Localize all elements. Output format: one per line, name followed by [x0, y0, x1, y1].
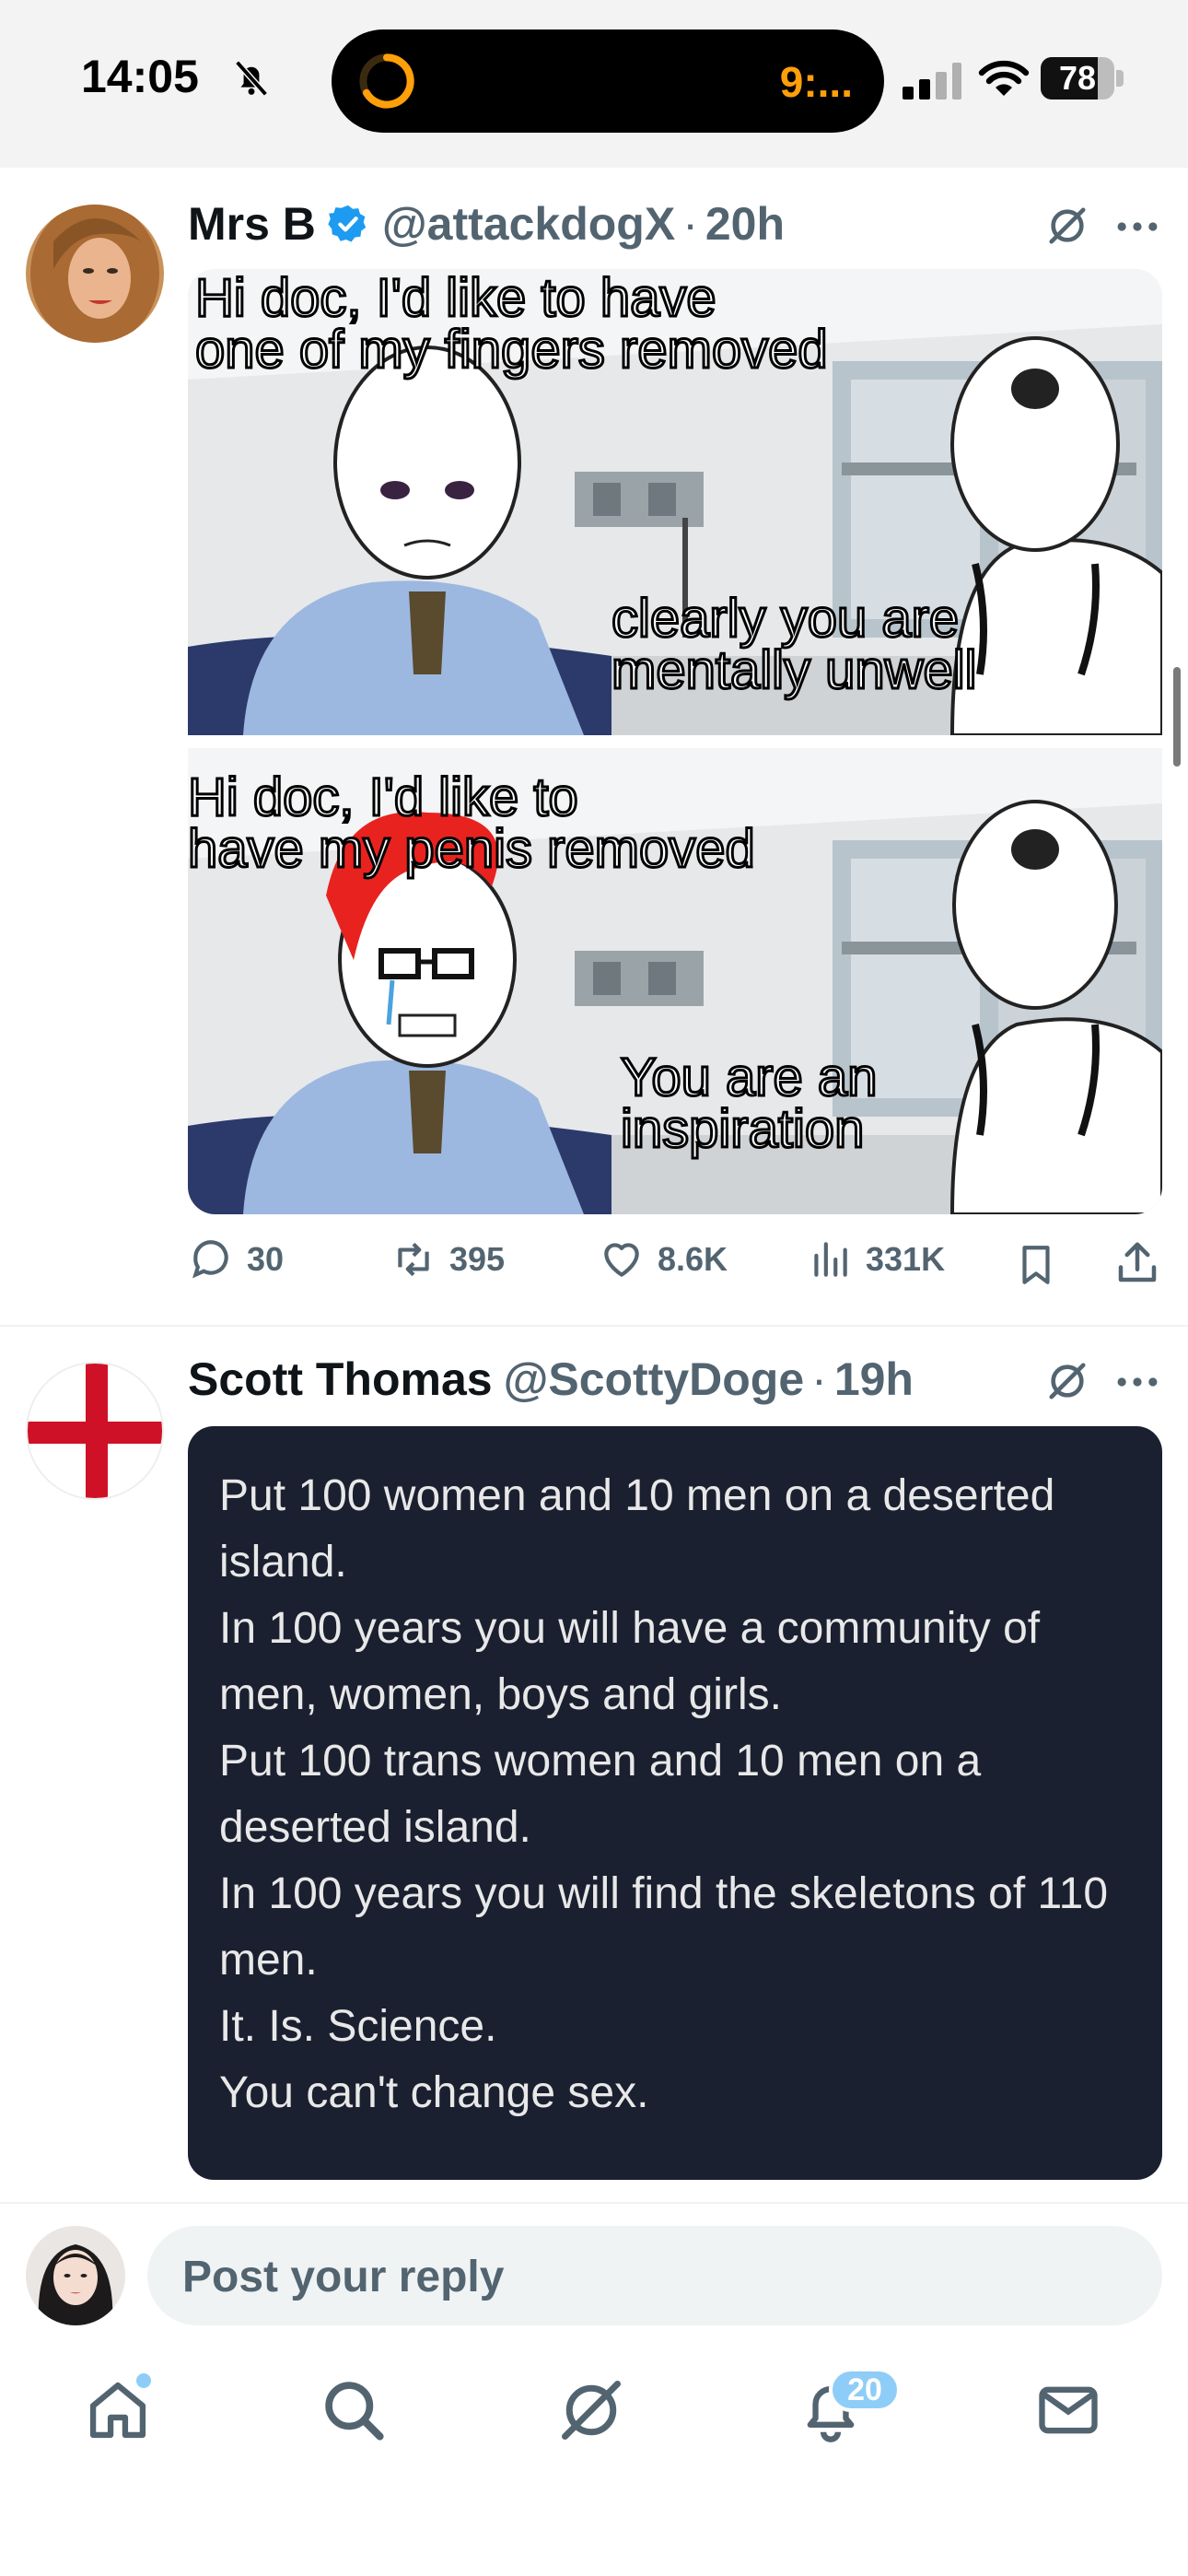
reply-count: 30 [247, 1240, 285, 1278]
heart-icon [604, 1243, 639, 1277]
grok-icon[interactable] [1046, 205, 1089, 247]
activity-timer: 9:... [779, 58, 853, 106]
meme-panel-1: Hi doc, I'd like to have one of my finge… [188, 269, 1162, 735]
bookmark-icon[interactable] [1013, 1240, 1059, 1290]
cellular-signal-icon [903, 63, 961, 100]
verified-badge-icon [328, 205, 367, 242]
divider [0, 166, 1188, 168]
more-options-icon[interactable] [1116, 1375, 1159, 1389]
meme-caption: You are an inspiration [619, 1048, 878, 1159]
panel-divider [188, 735, 1162, 748]
repost-icon [398, 1242, 429, 1277]
wifi-icon [978, 60, 1030, 96]
repost-button[interactable]: 395 [390, 1236, 505, 1282]
image-text: Put 100 women and 10 men on a deserted i… [219, 1471, 1109, 2117]
grok-icon[interactable] [1046, 1360, 1089, 1402]
author-handle[interactable]: @attackdogX [382, 197, 675, 251]
share-icon[interactable] [1112, 1238, 1162, 1288]
views-icon [814, 1242, 847, 1277]
author-name[interactable]: Scott Thomas [188, 1352, 493, 1406]
view-count: 331K [866, 1240, 946, 1278]
post-image[interactable]: Put 100 women and 10 men on a deserted i… [188, 1426, 1162, 2180]
bell-slash-icon [235, 60, 268, 97]
like-button[interactable]: 8.6K [599, 1236, 728, 1282]
battery-icon: 78 [1041, 57, 1124, 100]
reply-button[interactable]: 30 [188, 1236, 284, 1282]
like-count: 8.6K [658, 1240, 728, 1278]
meme-caption: Hi doc, I'd like to have one of my finge… [194, 269, 830, 380]
notifications-badge: 20 [829, 2368, 901, 2412]
reply-input[interactable]: Post your reply [147, 2226, 1162, 2325]
scroll-indicator[interactable] [1173, 667, 1181, 767]
status-bar: 14:05 9:... 78 [0, 0, 1188, 166]
views-button[interactable]: 331K [807, 1236, 945, 1282]
home-unread-dot [136, 2373, 151, 2388]
status-time: 14:05 [81, 51, 199, 102]
meme-caption: Hi doc, I'd like to have my penis remove… [188, 767, 756, 879]
post-time[interactable]: 19h [834, 1352, 914, 1406]
divider [0, 1325, 1188, 1327]
meme-panel-2: Hi doc, I'd like to have my penis remove… [188, 748, 1162, 1214]
divider [0, 2202, 1188, 2204]
avatar[interactable] [26, 1362, 164, 1500]
more-options-icon[interactable] [1116, 219, 1159, 234]
progress-ring-icon [359, 53, 414, 109]
dynamic-island[interactable]: 9:... [332, 29, 884, 133]
messages-icon[interactable] [1033, 2375, 1103, 2445]
post-actions: 30 395 8.6K 331K [188, 1236, 1162, 1295]
repost-count: 395 [449, 1240, 506, 1278]
author-name[interactable]: Mrs B [188, 197, 316, 251]
post-image[interactable]: Hi doc, I'd like to have one of my finge… [188, 269, 1162, 1214]
grok-icon[interactable] [556, 2375, 626, 2445]
avatar[interactable] [26, 205, 164, 343]
separator-dot: · [811, 1353, 827, 1405]
post-header: Scott Thomas @ScottyDoge · 19h [188, 1347, 914, 1411]
author-handle[interactable]: @ScottyDoge [504, 1352, 805, 1406]
battery-percent: 78 [1058, 59, 1097, 97]
reply-icon [192, 1240, 228, 1279]
reply-placeholder: Post your reply [182, 2253, 505, 2301]
post-time[interactable]: 20h [705, 197, 785, 251]
meme-caption: clearly you are mentally unwell [611, 589, 979, 700]
my-avatar[interactable] [26, 2226, 125, 2325]
search-icon[interactable] [319, 2375, 389, 2445]
separator-dot: · [682, 198, 698, 250]
post-header: Mrs B @attackdogX · 20h [188, 192, 785, 256]
